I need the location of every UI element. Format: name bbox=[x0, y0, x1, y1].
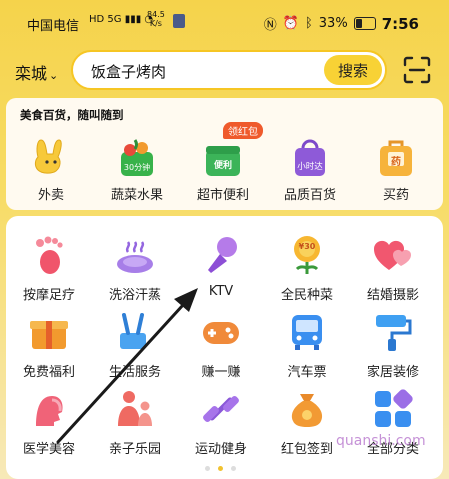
watermark: quanshi.com bbox=[336, 433, 426, 449]
annotation-arrow bbox=[56, 288, 198, 444]
